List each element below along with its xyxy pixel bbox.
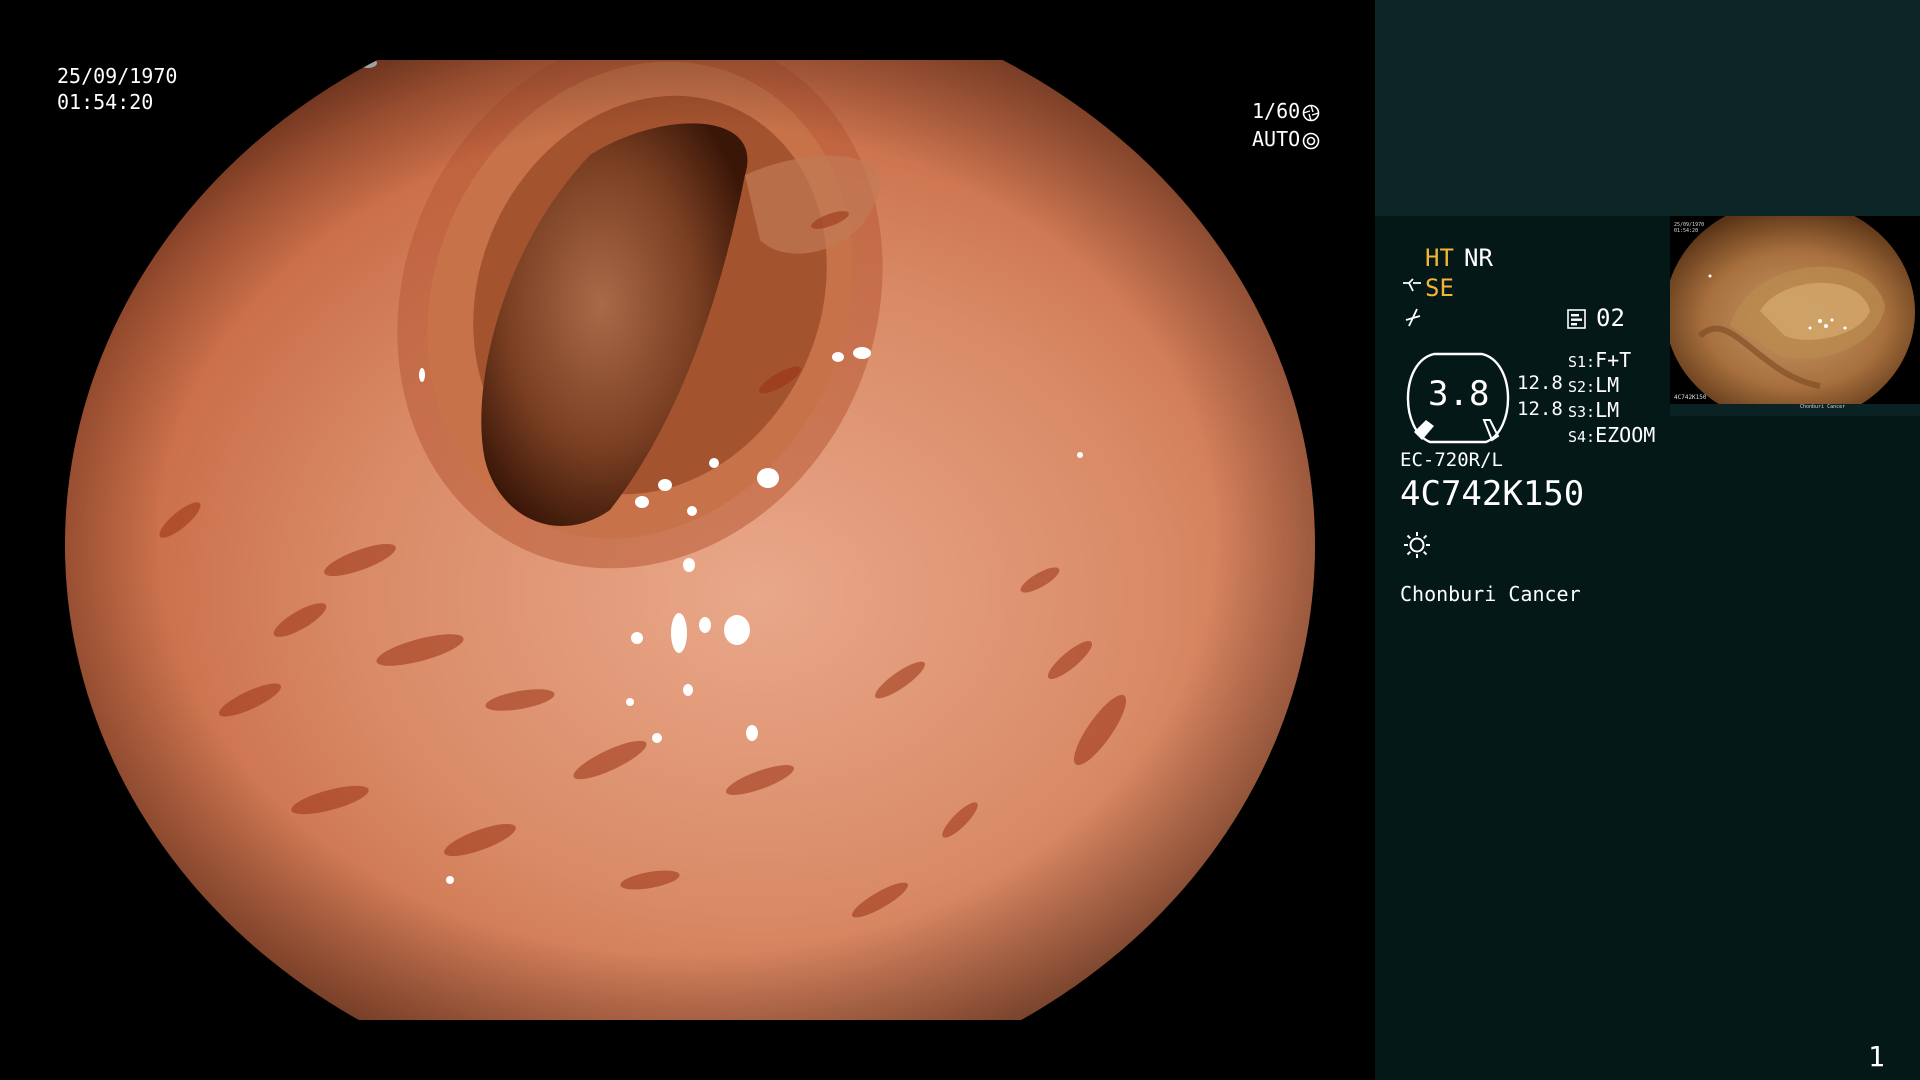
aperture-icon [1302,104,1320,121]
switch-s4-key: S4: [1568,428,1596,446]
mode-se: SE [1425,274,1454,302]
switch-s4-value: EZOOM [1595,423,1656,447]
enhance-icon [1405,308,1421,327]
switch-s2-value: LM [1595,373,1620,397]
thumbnail-caption-bar [1670,404,1920,416]
iris-mode: AUTO [1252,126,1320,152]
iris-mode-value: AUTO [1252,127,1301,151]
exam-time: 01:54:20 [57,90,154,114]
switch-s2: S2:LM [1568,373,1619,397]
shutter-speed: 1/60 [1252,98,1320,124]
scope-model: EC-720R/L [1400,449,1503,471]
iris-icon [1302,132,1320,149]
panel-header-area [1375,0,1920,216]
zoom-level: 3.8 [1428,374,1490,414]
switch-s1-key: S1: [1568,353,1596,371]
switch-s3-key: S3: [1568,403,1596,421]
thumbnail-image: 25/09/1970 01:54:20 4C742K150 [1670,216,1915,404]
page-number: 1 [1868,1040,1885,1073]
scope-serial: 4C742K150 [1400,474,1585,514]
hospital-name: Chonburi Cancer [1400,582,1581,606]
endoscopic-image [65,60,1315,1020]
switch-s3-value: LM [1595,398,1620,422]
switch-s4: S4:EZOOM [1568,423,1655,447]
switch-s1-value: F+T [1595,348,1632,372]
endoscopy-screen: 25/09/1970 01:54:20 1/60 AUTO HT NR SE 0… [0,0,1920,1080]
storage-icon [1567,309,1586,329]
mode-nr: NR [1464,244,1493,272]
switch-s3: S3:LM [1568,398,1619,422]
captured-image-thumbnail[interactable]: 25/09/1970 01:54:20 4C742K150 [1670,216,1920,404]
mode-ht: HT [1425,244,1454,272]
shutter-speed-value: 1/60 [1252,99,1301,123]
zoom-value-b: 12.8 [1517,398,1563,420]
zoom-value-a: 12.8 [1517,372,1563,394]
light-source-icon [1404,532,1430,558]
exam-date: 25/09/1970 [57,64,178,88]
switch-s2-key: S2: [1568,378,1596,396]
image-storage-count: 02 [1596,304,1625,332]
thumbnail-caption: Chonburi Cancer [1800,404,1846,410]
svg-text:01:54:20: 01:54:20 [1674,228,1698,234]
thumbnail-serial: 4C742K150 [1674,394,1707,401]
endoscopic-view: 25/09/1970 01:54:20 1/60 AUTO [0,0,1375,1080]
se-mode-icon [1403,278,1421,292]
switch-s1: S1:F+T [1568,348,1631,372]
